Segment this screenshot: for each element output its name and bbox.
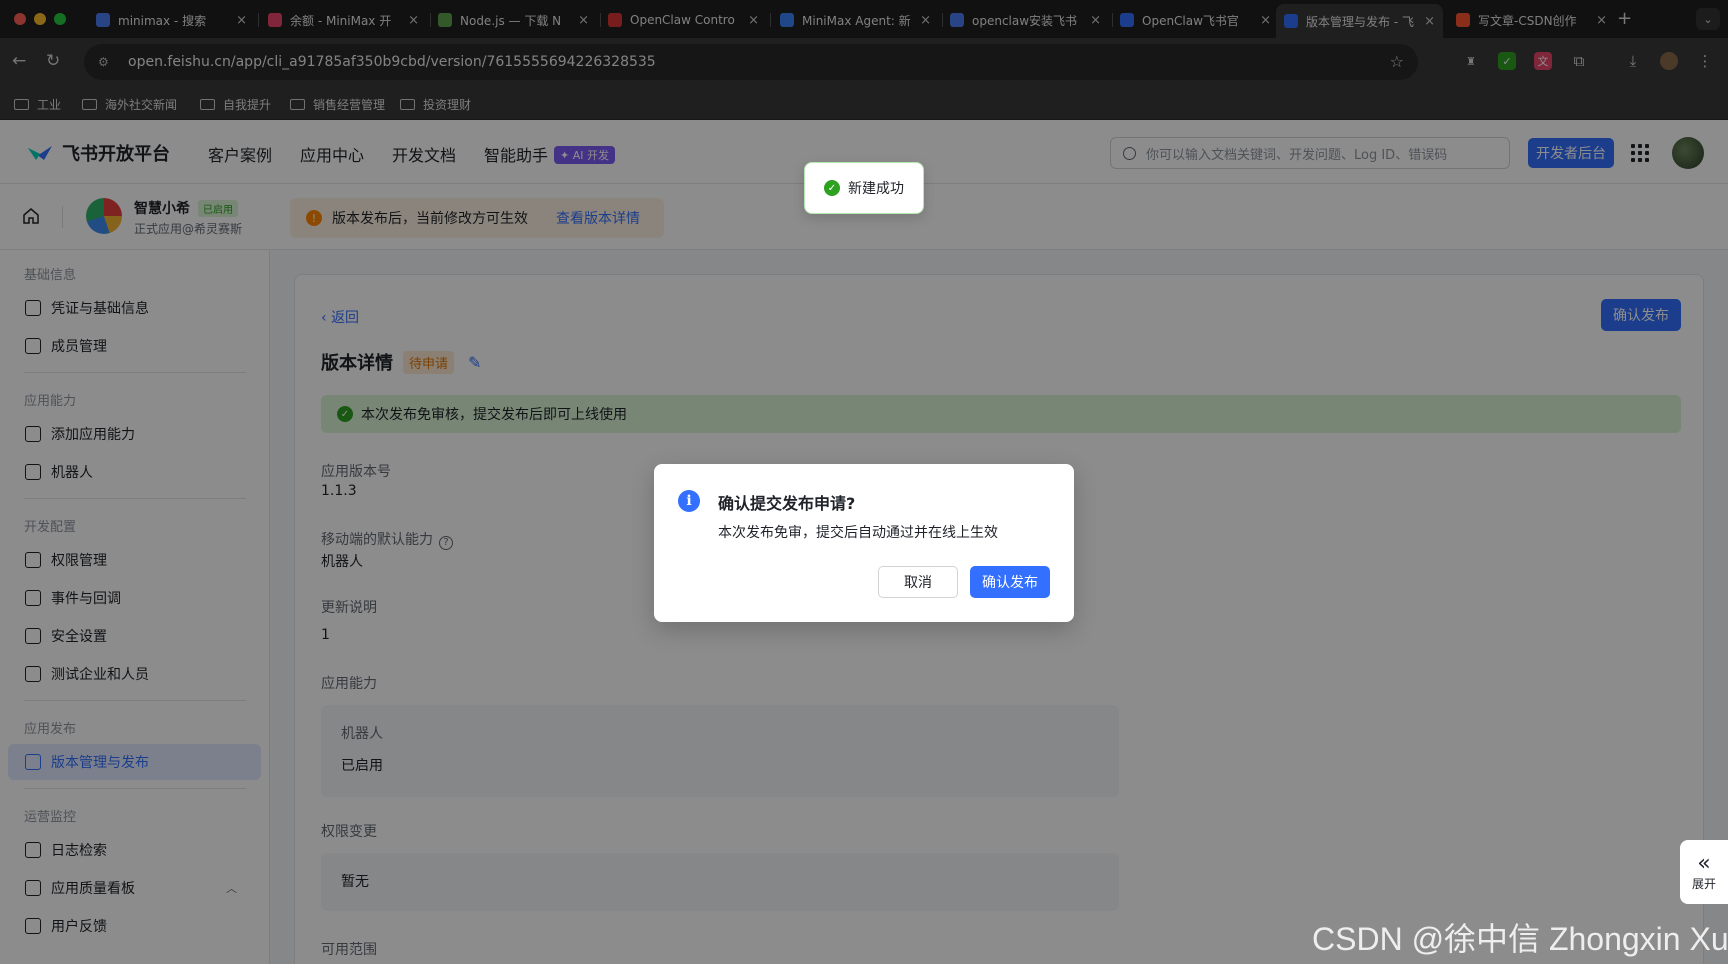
expand-panel-button[interactable]: « 展开 — [1680, 840, 1728, 904]
success-toast: ✓ 新建成功 — [804, 162, 924, 214]
check-circle-icon: ✓ — [824, 180, 840, 196]
cancel-button[interactable]: 取消 — [878, 566, 958, 598]
expand-label: 展开 — [1691, 876, 1716, 891]
confirm-publish-button[interactable]: 确认发布 — [970, 566, 1050, 598]
toast-text: 新建成功 — [848, 181, 904, 197]
dialog-title: 确认提交发布申请? — [718, 494, 856, 513]
confirm-dialog: i 确认提交发布申请? 本次发布免审，提交后自动通过并在线上生效 取消 确认发布 — [654, 464, 1074, 622]
double-chevron-left-icon: « — [1697, 850, 1711, 876]
browser-window: minimax - 搜索 × 余额 - MiniMax 开 × Node.js — 下载… — [0, 0, 1728, 964]
dialog-body: 本次发布免审，提交后自动通过并在线上生效 — [718, 525, 998, 541]
csdn-watermark: CSDN @徐中信 Zhongxin Xu — [1312, 921, 1728, 957]
info-icon: i — [678, 490, 700, 512]
